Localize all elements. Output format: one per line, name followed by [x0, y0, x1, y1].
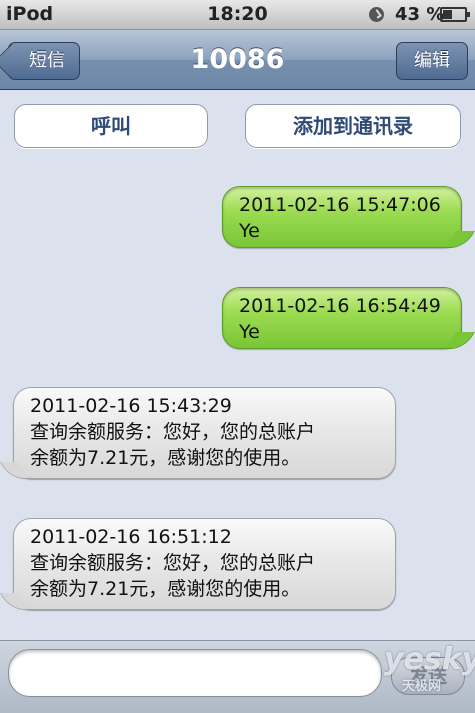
- compose-bar: 发送: [0, 640, 475, 713]
- message-bubble-received[interactable]: 2011-02-16 15:43:29 查询余额服务：您好，您的总账户 余额为7…: [13, 387, 396, 479]
- message-timestamp: 2011-02-16 16:51:12: [30, 526, 232, 548]
- message-text: 余额为7.21元，感谢您的使用。: [30, 578, 301, 600]
- rotation-lock-icon: [369, 7, 384, 22]
- edit-button[interactable]: 编辑: [396, 42, 468, 80]
- message-text: 查询余额服务：您好，您的总账户: [30, 552, 316, 574]
- message-text: 查询余额服务：您好，您的总账户: [30, 421, 316, 443]
- message-timestamp: 2011-02-16 15:43:29: [30, 395, 232, 417]
- back-button-label: 短信: [29, 50, 65, 71]
- nav-bar: 10086 短信 编辑: [0, 30, 475, 90]
- message-bubble-sent[interactable]: 2011-02-16 16:54:49 Ye: [222, 287, 462, 349]
- message-text: 余额为7.21元，感谢您的使用。: [30, 447, 301, 469]
- back-button[interactable]: 短信: [8, 42, 80, 80]
- message-text: Ye: [239, 220, 260, 242]
- message-bubble-received[interactable]: 2011-02-16 16:51:12 查询余额服务：您好，您的总账户 余额为7…: [13, 518, 396, 610]
- message-input[interactable]: [8, 649, 382, 697]
- add-to-contacts-button[interactable]: 添加到通讯录: [245, 104, 461, 148]
- battery-percent: 43 %: [395, 4, 445, 25]
- message-timestamp: 2011-02-16 15:47:06: [239, 194, 441, 216]
- status-bar: iPod 18:20 43 %: [0, 0, 475, 30]
- message-bubble-sent[interactable]: 2011-02-16 15:47:06 Ye: [222, 186, 462, 248]
- battery-icon: [440, 7, 470, 22]
- battery-fill: [443, 10, 453, 19]
- send-button[interactable]: 发送: [391, 657, 465, 695]
- message-text: Ye: [239, 321, 260, 343]
- call-button[interactable]: 呼叫: [14, 104, 208, 148]
- message-timestamp: 2011-02-16 16:54:49: [239, 295, 441, 317]
